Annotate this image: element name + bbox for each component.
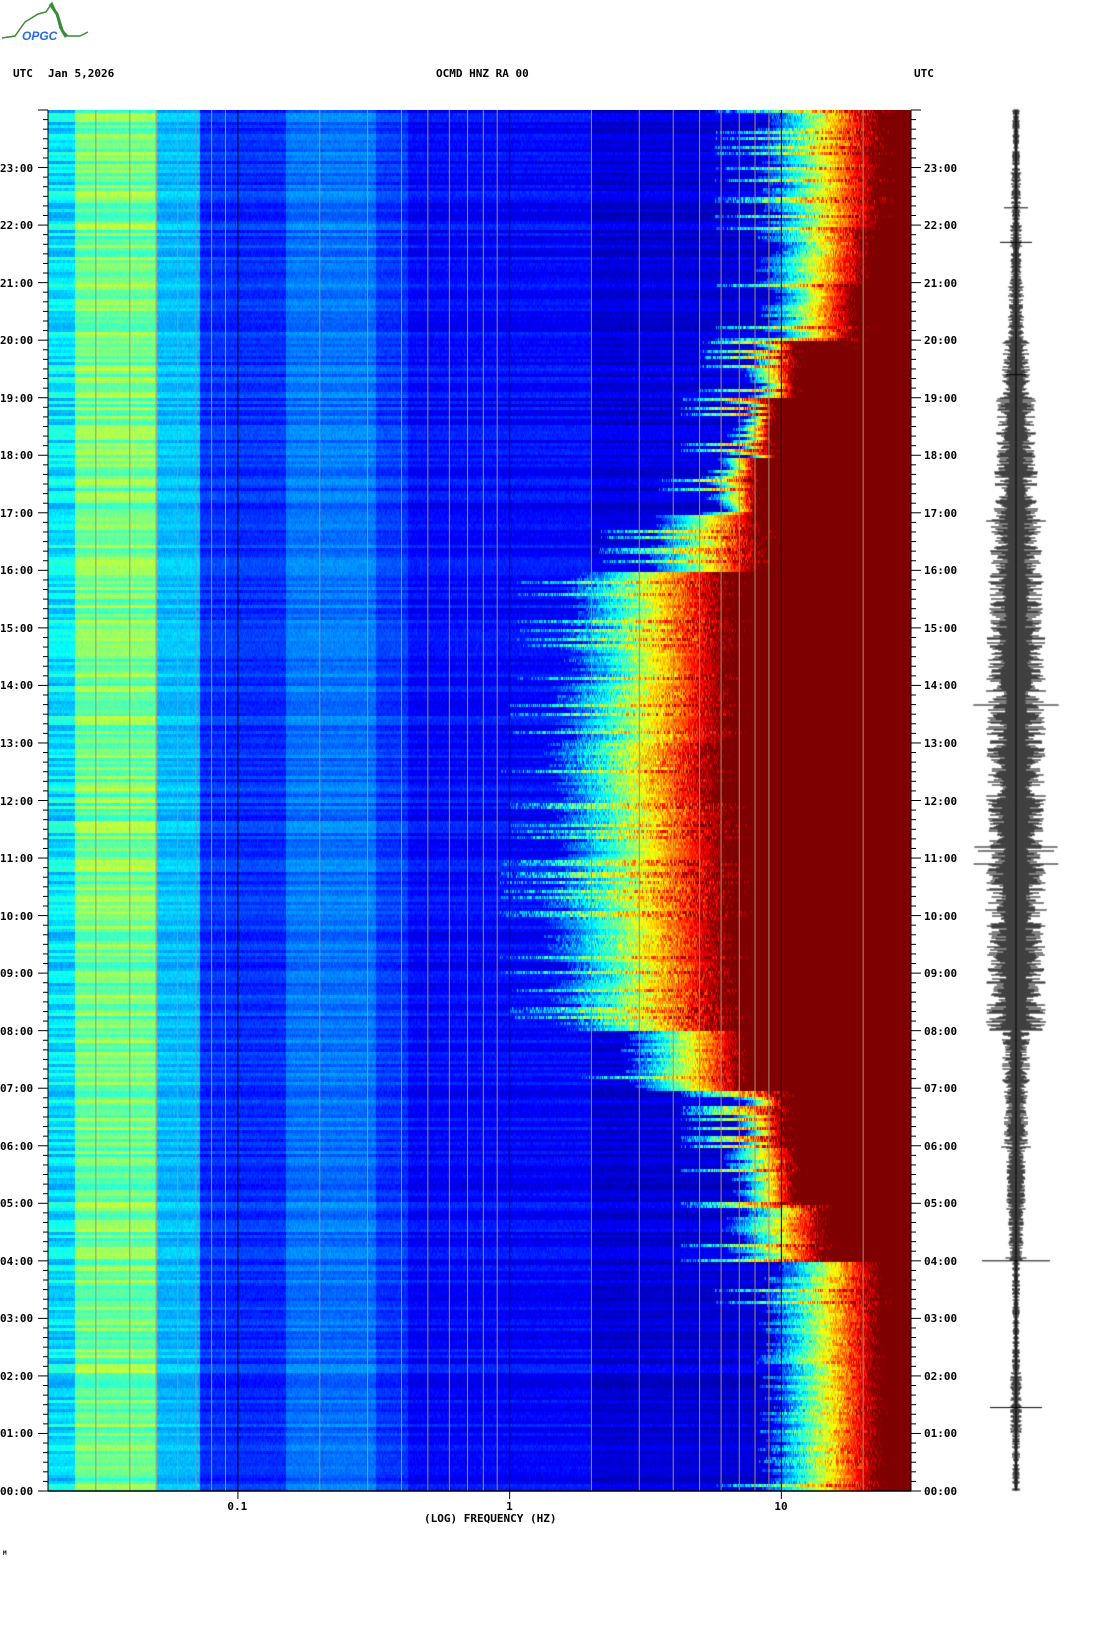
left-time-label: 00:00 — [0, 1485, 34, 1498]
x-axis-label: (LOG) FREQUENCY (HZ) — [424, 1512, 557, 1525]
right-time-label: 18:00 — [924, 449, 958, 463]
right-time-label: 05:00 — [924, 1197, 958, 1211]
right-time-label: 19:00 — [924, 391, 958, 405]
left-time-label: 17:00 — [0, 506, 34, 520]
right-time-label: 12:00 — [924, 794, 958, 808]
right-time-label: 07:00 — [924, 1082, 958, 1096]
right-time-label: 03:00 — [924, 1312, 958, 1326]
left-time-label: 18:00 — [0, 449, 34, 463]
left-time-label: 03:00 — [0, 1312, 34, 1326]
left-time-label: 08:00 — [0, 1024, 34, 1038]
right-time-label: 14:00 — [924, 679, 958, 693]
right-time-label: 21:00 — [924, 276, 958, 290]
right-time-label: 10:00 — [924, 909, 958, 923]
right-time-label: 09:00 — [924, 967, 958, 981]
left-time-label: 10:00 — [0, 909, 34, 923]
right-time-label: 04:00 — [924, 1254, 958, 1268]
left-time-label: 01:00 — [0, 1427, 34, 1441]
left-time-label: 05:00 — [0, 1197, 34, 1211]
right-time-label: 15:00 — [924, 621, 958, 635]
left-time-label: 06:00 — [0, 1139, 34, 1153]
left-time-label: 04:00 — [0, 1254, 34, 1268]
left-time-label: 20:00 — [0, 334, 34, 348]
frequency-tick-label: 0.1 — [227, 1500, 248, 1513]
right-time-label: 20:00 — [924, 334, 958, 348]
left-time-label: 07:00 — [0, 1082, 34, 1096]
left-time-label: 02:00 — [0, 1369, 34, 1383]
right-time-label: 16:00 — [924, 564, 958, 578]
right-time-label: 02:00 — [924, 1369, 958, 1383]
right-time-label: 17:00 — [924, 506, 958, 520]
frequency-tick-label: 1 — [506, 1500, 513, 1513]
right-time-label: 00:00 — [924, 1485, 958, 1498]
right-time-label: 11:00 — [924, 852, 958, 866]
left-time-label: 14:00 — [0, 679, 34, 693]
left-time-label: 13:00 — [0, 736, 34, 750]
right-time-label: 22:00 — [924, 219, 958, 233]
left-time-label: 19:00 — [0, 391, 34, 405]
left-time-label: 12:00 — [0, 794, 34, 808]
right-time-label: 23:00 — [924, 161, 958, 175]
seismogram-trace — [970, 100, 1065, 1500]
left-time-label: 09:00 — [0, 967, 34, 981]
left-time-label: 11:00 — [0, 852, 34, 866]
right-time-label: 06:00 — [924, 1139, 958, 1153]
right-time-label: 08:00 — [924, 1024, 958, 1038]
right-time-label: 01:00 — [924, 1427, 958, 1441]
spectrogram-page: OPGC UTC Jan 5,2026 OCMD HNZ RA 00 UTC 0… — [0, 0, 1102, 1634]
left-time-label: 16:00 — [0, 564, 34, 578]
frequency-tick-label: 10 — [774, 1500, 788, 1513]
footer-mark: M — [3, 1550, 7, 1557]
left-time-label: 21:00 — [0, 276, 34, 290]
axes-overlay — [38, 109, 921, 1499]
right-time-label: 13:00 — [924, 736, 958, 750]
left-time-label: 15:00 — [0, 621, 34, 635]
left-time-label: 22:00 — [0, 219, 34, 233]
left-time-label: 23:00 — [0, 161, 34, 175]
